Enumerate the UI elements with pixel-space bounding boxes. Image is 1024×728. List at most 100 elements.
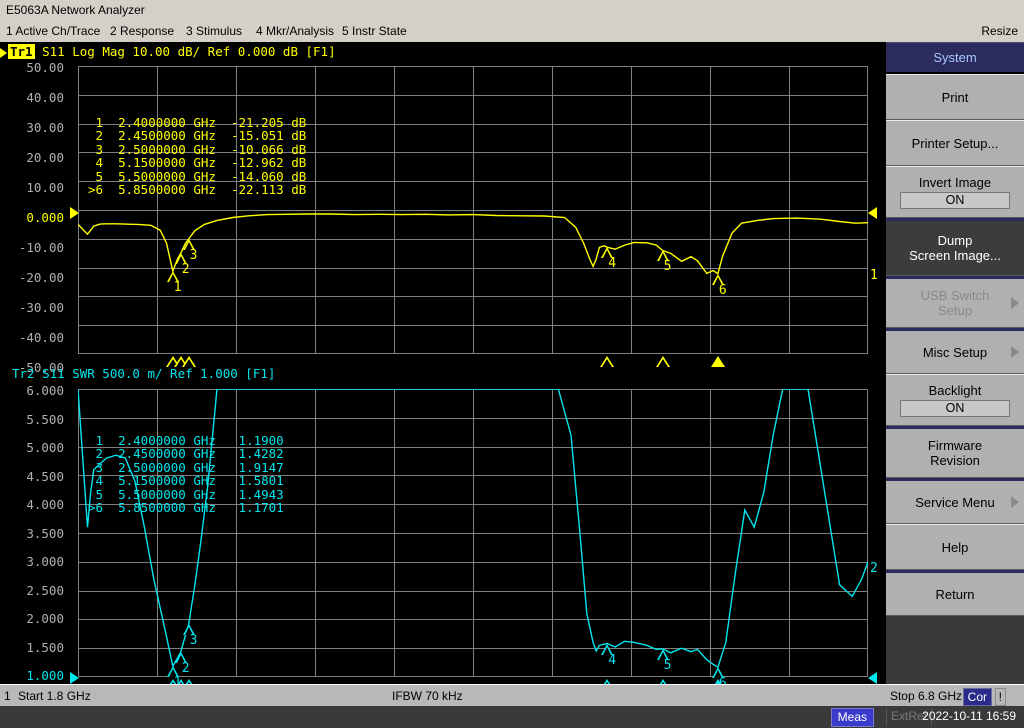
y1-label-m40: -40.00 [18,330,64,345]
axis-marker-6[interactable] [710,356,725,367]
menu-item-mkr-analysis[interactable]: 4 Mkr/Analysis [256,20,334,42]
softkey-panel-title-label: System [933,50,977,65]
marker-5-label: 5 [663,259,672,275]
softkey-invert-image[interactable]: Invert Image ON [886,166,1024,218]
trace1-end-label: 1 [870,268,878,283]
softkey-list: Print Printer Setup... Invert Image ON Dump S… [886,74,1024,696]
y2-label-2000: 2.000 [26,611,64,626]
status-ifbw[interactable]: IFBW 70 kHz [392,685,463,707]
softkey-print-label: Print [941,89,969,105]
softkey-help[interactable]: Help [886,524,1024,570]
y2-label-6000: 6.000 [26,383,64,398]
marker-2-label: 2 [181,262,190,278]
axis-marker-5[interactable] [655,356,670,367]
softkey-panel-title: System [886,42,1024,74]
trace2-y-axis: 6.000 5.500 5.000 4.500 4.000 3.500 3.00… [0,383,68,695]
menu-item-response[interactable]: 2 Response [110,20,174,42]
marker-4-label: 4 [608,652,617,668]
marker-3-label: 3 [189,247,198,263]
y2-label-2500: 2.500 [26,582,64,598]
softkey-return-label: Return [935,586,975,602]
chevron-right-icon [1011,496,1019,508]
y2-label-1500: 1.500 [26,639,64,655]
trace1-curve-svg [78,213,868,275]
softkey-usb-switch-setup: USB Switch Setup [886,276,1024,328]
system-status-bar: Meas ExtRef 2022-10-11 16:59 [0,706,1024,728]
y1-label-m20: -20.00 [18,270,64,285]
status-alert-badge: ! [994,688,1006,706]
softkey-misc-setup-label: Misc Setup [922,344,988,360]
menu-item-active-ch-trace[interactable]: 1 Active Ch/Trace [6,20,100,42]
softkey-panel: System Print Printer Setup... Invert Image… [886,42,1024,696]
trace1-plot[interactable] [78,66,868,354]
softkey-service-menu[interactable]: Service Menu [886,478,1024,524]
menu-item-stimulus[interactable]: 3 Stimulus [186,20,242,42]
softkey-firmware-revision-label: Firmware Revision [927,438,983,468]
softkey-usb-switch-setup-label: USB Switch Setup [920,288,990,318]
y1-label-ref: 0.000 [26,210,64,225]
marker-3-label: 3 [189,633,198,649]
softkey-invert-image-label: Invert Image [918,175,992,190]
trace1-badge: Tr1 [8,44,35,59]
softkey-print[interactable]: Print [886,74,1024,120]
softkey-help-label: Help [941,539,969,555]
axis-marker-4[interactable] [600,356,615,367]
status-start-frequency[interactable]: Start 1.8 GHz [18,685,91,707]
y1-label-m30: -30.00 [18,300,64,315]
active-trace-pointer-icon [0,47,7,58]
softkey-misc-setup[interactable]: Misc Setup [886,328,1024,374]
trace2-ref-marker-right-icon [868,672,877,684]
resize-button[interactable]: Resize [981,20,1018,42]
y2-label-5500: 5.500 [26,411,64,427]
trace1-y-axis: 50.00 40.00 30.00 20.00 10.00 0.000 -10.… [0,60,68,375]
softkey-backlight-label: Backlight [928,383,982,398]
y1-label-m10: -10.00 [18,240,64,255]
y2-label-3500: 3.500 [26,525,64,541]
trace2-end-label: 2 [870,561,878,576]
network-analyzer-window: E5063A Network Analyzer 1 Active Ch/Trac… [0,0,1024,728]
trace1-ref-marker-right-icon [868,207,877,219]
marker-1-label: 1 [173,280,182,296]
softkey-printer-setup[interactable]: Printer Setup... [886,120,1024,166]
menu-item-instr-state[interactable]: 5 Instr State [342,20,407,42]
softkey-invert-image-value[interactable]: ON [900,192,1010,209]
status-channel-number: 1 [4,689,11,703]
window-title-bar: E5063A Network Analyzer [0,0,1024,20]
y1-label-10: 10.00 [26,180,64,195]
softkey-printer-setup-label: Printer Setup... [911,135,999,151]
trace2-marker-table: 1 2.4000000 GHz 1.1900 2 2.4500000 GHz 1… [88,433,284,516]
status-clock: 2022-10-11 16:59 [922,709,1016,723]
marker-6-label: 6 [718,282,727,298]
chevron-right-icon [1011,346,1019,358]
trace1-header[interactable]: Tr1 S11 Log Mag 10.00 dB/ Ref 0.000 dB [… [0,44,336,59]
marker-5-label: 5 [663,657,672,673]
y1-label-40: 40.00 [26,90,64,105]
y1-label-20: 20.00 [26,150,64,165]
y2-label-5000: 5.000 [26,440,64,455]
softkey-backlight-value[interactable]: ON [900,400,1010,417]
trace1-marker-table: 1 2.4000000 GHz -21.205 dB 2 2.4500000 G… [88,115,307,198]
chevron-right-icon [1011,297,1019,309]
status-bar: 1 Start 1.8 GHz IFBW 70 kHz Stop 6.8 GHz… [0,684,1024,706]
softkey-dump-screen-image[interactable]: Dump Screen Image... [886,218,1024,276]
status-stop-frequency[interactable]: Stop 6.8 GHz [890,685,962,707]
marker-4-label: 4 [608,256,617,272]
y2-label-3000: 3.000 [26,554,64,569]
y2-label-4000: 4.000 [26,497,64,512]
y2-label-4500: 4.500 [26,468,64,484]
y1-label-30: 30.00 [26,120,64,135]
softkey-dump-screen-image-label: Dump Screen Image... [909,233,1001,263]
y1-label-50: 50.00 [26,60,64,75]
y2-label-ref: 1.000 [26,668,64,683]
softkey-service-menu-label: Service Menu [915,494,995,510]
instrument-screen: Tr1 S11 Log Mag 10.00 dB/ Ref 0.000 dB [… [0,42,886,691]
status-correction-badge: Cor [962,688,992,706]
softkey-firmware-revision[interactable]: Firmware Revision [886,426,1024,478]
trace1-header-text: S11 Log Mag 10.00 dB/ Ref 0.000 dB [F1] [42,44,336,59]
status-meas-badge: Meas [830,708,874,727]
softkey-return[interactable]: Return [886,570,1024,616]
trace2-header[interactable]: Tr2 S11 SWR 500.0 m/ Ref 1.000 [F1] [12,366,275,381]
softkey-backlight[interactable]: Backlight ON [886,374,1024,426]
window-title: E5063A Network Analyzer [6,3,145,17]
menu-bar: 1 Active Ch/Trace 2 Response 3 Stimulus … [0,20,1024,42]
